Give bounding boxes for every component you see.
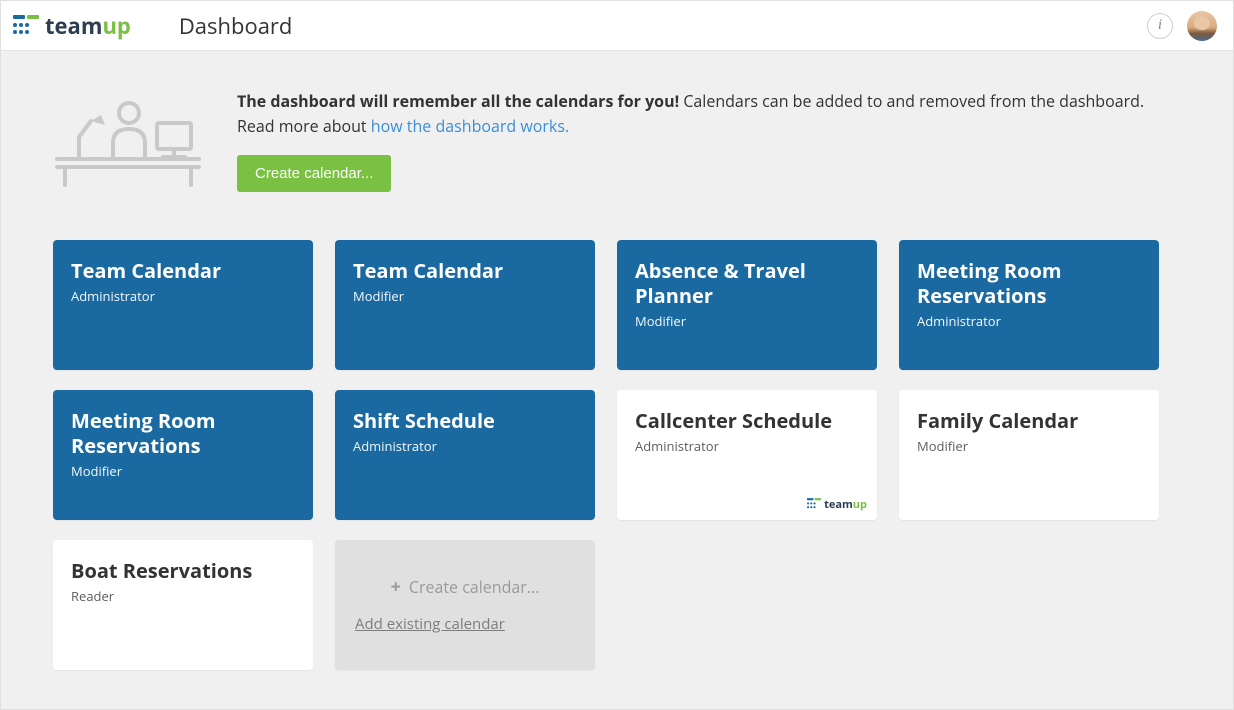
calendar-card-title: Team Calendar bbox=[71, 258, 295, 283]
brand-logo[interactable]: teamup bbox=[13, 11, 131, 41]
create-calendar-link[interactable]: + Create calendar... bbox=[391, 576, 540, 598]
teamup-badge-icon: teamup bbox=[807, 497, 867, 512]
calendar-card-role: Modifier bbox=[71, 462, 295, 480]
add-calendar-card: + Create calendar... Add existing calendar bbox=[335, 540, 595, 670]
calendar-card-role: Reader bbox=[71, 587, 295, 605]
intro-text: The dashboard will remember all the cale… bbox=[237, 89, 1157, 192]
calendar-card[interactable]: Family Calendar Modifier bbox=[899, 390, 1159, 520]
calendar-card[interactable]: Shift Schedule Administrator bbox=[335, 390, 595, 520]
page-title: Dashboard bbox=[179, 11, 293, 41]
brand-text: teamup bbox=[45, 11, 131, 41]
main-content: The dashboard will remember all the cale… bbox=[1, 51, 1233, 709]
calendar-card-title: Absence & Travel Planner bbox=[635, 258, 859, 308]
calendar-card-title: Meeting Room Reservations bbox=[71, 408, 295, 458]
header-bar: teamup Dashboard i bbox=[1, 1, 1233, 51]
create-calendar-link-label: Create calendar... bbox=[409, 576, 540, 598]
calendar-card-role: Modifier bbox=[353, 287, 577, 305]
calendar-card-title: Shift Schedule bbox=[353, 408, 577, 433]
calendar-card-role: Modifier bbox=[917, 437, 1141, 455]
dashboard-illustration-icon bbox=[53, 89, 203, 189]
calendar-card[interactable]: Callcenter Schedule Administrator teamup bbox=[617, 390, 877, 520]
intro-block: The dashboard will remember all the cale… bbox=[53, 89, 1181, 192]
calendar-card-title: Team Calendar bbox=[353, 258, 577, 283]
avatar[interactable] bbox=[1187, 11, 1217, 41]
calendar-card-title: Callcenter Schedule bbox=[635, 408, 859, 433]
add-existing-calendar-link[interactable]: Add existing calendar bbox=[355, 614, 505, 634]
calendar-card-role: Administrator bbox=[917, 312, 1141, 330]
calendar-card[interactable]: Absence & Travel Planner Modifier bbox=[617, 240, 877, 370]
plus-icon: + bbox=[391, 578, 401, 596]
calendar-card-title: Meeting Room Reservations bbox=[917, 258, 1141, 308]
calendar-card-title: Boat Reservations bbox=[71, 558, 295, 583]
create-calendar-button[interactable]: Create calendar... bbox=[237, 155, 391, 192]
calendar-card[interactable]: Team Calendar Modifier bbox=[335, 240, 595, 370]
calendar-card[interactable]: Meeting Room Reservations Administrator bbox=[899, 240, 1159, 370]
info-icon[interactable]: i bbox=[1147, 13, 1173, 39]
calendar-card-role: Administrator bbox=[71, 287, 295, 305]
brand-mark-icon bbox=[13, 15, 39, 37]
calendar-card[interactable]: Team Calendar Administrator bbox=[53, 240, 313, 370]
calendar-card[interactable]: Meeting Room Reservations Modifier bbox=[53, 390, 313, 520]
calendar-card-role: Modifier bbox=[635, 312, 859, 330]
intro-bold: The dashboard will remember all the cale… bbox=[237, 90, 679, 112]
how-dashboard-works-link[interactable]: how the dashboard works. bbox=[371, 115, 569, 137]
calendar-card[interactable]: Boat Reservations Reader bbox=[53, 540, 313, 670]
calendar-card-role: Administrator bbox=[635, 437, 859, 455]
calendar-grid: Team Calendar Administrator Team Calendar M… bbox=[53, 240, 1181, 670]
calendar-card-title: Family Calendar bbox=[917, 408, 1141, 433]
calendar-card-role: Administrator bbox=[353, 437, 577, 455]
